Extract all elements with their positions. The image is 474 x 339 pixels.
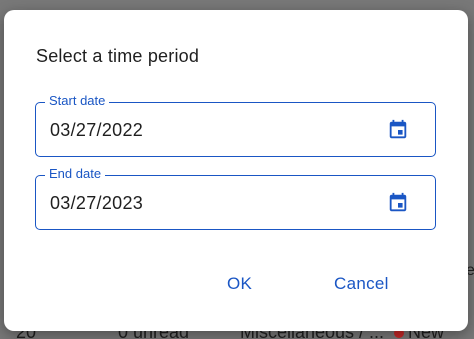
dialog-title: Select a time period <box>36 46 200 66</box>
ok-button[interactable]: OK <box>227 274 252 294</box>
end-date-label: End date <box>45 166 106 182</box>
start-date-label: Start date <box>45 93 110 109</box>
start-date-calendar-icon[interactable] <box>387 119 409 141</box>
end-date-value[interactable]: 03/27/2023 <box>50 193 143 214</box>
time-period-dialog: Select a time period Start date 03/27/20… <box>4 10 468 331</box>
end-date-field[interactable]: End date 03/27/2023 <box>35 166 436 230</box>
end-date-calendar-icon[interactable] <box>387 192 409 214</box>
cancel-button[interactable]: Cancel <box>334 274 389 294</box>
start-date-field[interactable]: Start date 03/27/2022 <box>35 93 436 157</box>
start-date-value[interactable]: 03/27/2022 <box>50 120 143 141</box>
